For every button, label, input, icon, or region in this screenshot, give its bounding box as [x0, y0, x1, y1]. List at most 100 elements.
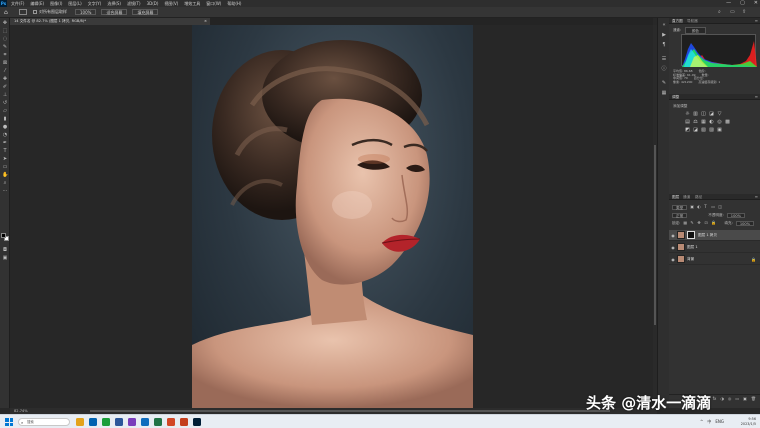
new-adjustment-icon[interactable]: ◎	[728, 396, 732, 401]
horizontal-scrollbar[interactable]	[90, 410, 610, 412]
ime-icon[interactable]: 中	[707, 419, 711, 425]
blur-tool-icon[interactable]: ●	[2, 125, 8, 130]
taskbar-app-icon[interactable]	[89, 418, 97, 426]
lock-all-icon[interactable]: 🔒	[711, 221, 716, 225]
taskbar-app-icon[interactable]	[102, 418, 110, 426]
fit-screen-button[interactable]: 适合屏幕	[101, 9, 128, 15]
lasso-tool-icon[interactable]: ◌	[2, 37, 8, 42]
menu-type[interactable]: 文字(Y)	[88, 1, 102, 7]
posterize-icon[interactable]: ◪	[693, 128, 698, 133]
layer-style-icon[interactable]: fx	[713, 396, 717, 401]
tab-layers[interactable]: 图层	[672, 194, 679, 200]
sample-all-layers-checkbox[interactable]	[33, 10, 37, 14]
black-white-icon[interactable]: ▦	[701, 120, 706, 125]
gradient-map-icon[interactable]: ▨	[709, 128, 714, 133]
panel-menu-icon[interactable]: ≡	[755, 18, 758, 24]
tray-overflow-icon[interactable]: ^	[700, 419, 703, 425]
history-brush-tool-icon[interactable]: ↺	[2, 101, 8, 106]
minimize-button[interactable]: —	[726, 0, 731, 6]
add-mask-icon[interactable]: ◑	[720, 396, 724, 401]
new-group-icon[interactable]: ▭	[735, 396, 739, 401]
menu-select[interactable]: 选择(S)	[107, 1, 121, 7]
hue-saturation-icon[interactable]: ▤	[685, 120, 690, 125]
visibility-eye-icon[interactable]: ◉	[669, 245, 677, 250]
collapse-icon[interactable]: «	[661, 22, 667, 28]
dodge-tool-icon[interactable]: ◔	[2, 133, 8, 138]
foreground-color-swatch[interactable]	[1, 233, 6, 238]
photo-filter-icon[interactable]: ◐	[709, 120, 714, 125]
invert-icon[interactable]: ◩	[685, 128, 690, 133]
menu-filter[interactable]: 滤镜(T)	[127, 1, 141, 7]
maximize-button[interactable]: ▢	[740, 0, 745, 6]
share-icon[interactable]: ⇪	[742, 9, 748, 15]
workspace-icon[interactable]: ▭	[730, 9, 736, 15]
pen-tool-icon[interactable]: ✒	[2, 141, 8, 146]
menu-help[interactable]: 帮助(H)	[227, 1, 241, 7]
close-button[interactable]: ✕	[754, 0, 758, 6]
frame-tool-icon[interactable]: ⊠	[2, 61, 8, 66]
taskbar-app-icon[interactable]	[180, 418, 188, 426]
threshold-icon[interactable]: ▧	[701, 128, 706, 133]
marquee-tool-icon[interactable]: ⬚	[2, 29, 8, 34]
canvas-area[interactable]	[10, 25, 653, 408]
channel-mixer-icon[interactable]: ◎	[717, 120, 722, 125]
eyedropper-tool-icon[interactable]: ⁄	[2, 69, 8, 74]
tab-navigator[interactable]: 导航器	[687, 18, 698, 24]
color-lookup-icon[interactable]: ▩	[725, 120, 730, 125]
filter-pixel-icon[interactable]: ▣	[690, 205, 694, 209]
fill-input[interactable]: 100%	[735, 220, 755, 226]
vibrance-icon[interactable]: ▽	[717, 112, 722, 117]
lock-transparent-icon[interactable]: ▦	[683, 221, 687, 225]
lock-image-icon[interactable]: ✎	[690, 221, 694, 225]
menu-layer[interactable]: 图层(L)	[68, 1, 81, 7]
clock[interactable]: 9:56 2023/1/5	[741, 417, 756, 426]
zoom-100-button[interactable]: 100%	[75, 9, 97, 15]
language-icon[interactable]: ENG	[715, 419, 724, 425]
menu-3d[interactable]: 3D(D)	[147, 1, 159, 6]
taskbar-app-icon[interactable]	[193, 418, 201, 426]
tab-adjustments[interactable]: 调整	[672, 94, 679, 100]
delete-layer-icon[interactable]: 🗑	[751, 396, 756, 401]
fill-screen-button[interactable]: 填充屏幕	[132, 9, 159, 15]
new-layer-icon[interactable]: ▣	[743, 396, 747, 401]
portrait-image[interactable]	[192, 25, 473, 408]
properties-icon[interactable]: ☰	[661, 56, 667, 62]
channel-select[interactable]: 颜色	[684, 27, 706, 34]
vertical-scrollbar-thumb[interactable]	[654, 145, 656, 325]
document-tab[interactable]: 14 文件名 @ 82.7% (图层 1 拷贝, RGB/8)* ×	[10, 18, 210, 25]
panel-menu-icon[interactable]: ≡	[755, 94, 758, 100]
screen-mode-icon[interactable]: ▣	[2, 256, 8, 261]
clone-stamp-tool-icon[interactable]: ⊥	[2, 93, 8, 98]
taskbar-app-icon[interactable]	[128, 418, 136, 426]
search-icon[interactable]: ⌕	[718, 9, 724, 15]
start-button[interactable]	[5, 418, 13, 426]
visibility-eye-icon[interactable]: ◉	[669, 257, 677, 262]
opacity-input[interactable]: 100%	[726, 212, 746, 218]
panel-menu-icon[interactable]: ≡	[755, 194, 758, 200]
menu-edit[interactable]: 编辑(E)	[30, 1, 44, 7]
gradient-tool-icon[interactable]: ▮	[2, 117, 8, 122]
curves-icon[interactable]: ◫	[701, 112, 706, 117]
lock-position-icon[interactable]: ✥	[697, 221, 701, 225]
menu-plugins[interactable]: 增效工具	[184, 1, 200, 7]
exposure-icon[interactable]: ◪	[709, 112, 714, 117]
quick-mask-icon[interactable]: ◘	[2, 248, 8, 253]
layer-row[interactable]: ◉ 图层 1	[669, 242, 760, 253]
menu-file[interactable]: 文件(F)	[11, 1, 24, 7]
color-balance-icon[interactable]: ⚖	[693, 120, 698, 125]
selective-color-icon[interactable]: ▣	[717, 128, 722, 133]
visibility-eye-icon[interactable]: ◉	[669, 233, 677, 238]
paragraph-icon[interactable]: ¶	[661, 42, 667, 48]
layer-filter-select[interactable]: 类型	[672, 204, 688, 210]
taskbar-app-icon[interactable]	[115, 418, 123, 426]
menu-window[interactable]: 窗口(W)	[206, 1, 221, 7]
menu-view[interactable]: 视图(V)	[164, 1, 178, 7]
brush-tool-icon[interactable]: ✐	[2, 85, 8, 90]
taskbar-app-icon[interactable]	[154, 418, 162, 426]
zoom-tool-preset-icon[interactable]	[19, 9, 27, 15]
more-tools-icon[interactable]: ⋯	[2, 189, 8, 194]
taskbar-app-icon[interactable]	[76, 418, 84, 426]
blend-mode-select[interactable]: 正常	[672, 212, 688, 218]
filter-smart-icon[interactable]: ◫	[718, 205, 722, 209]
eraser-tool-icon[interactable]: ▱	[2, 109, 8, 114]
